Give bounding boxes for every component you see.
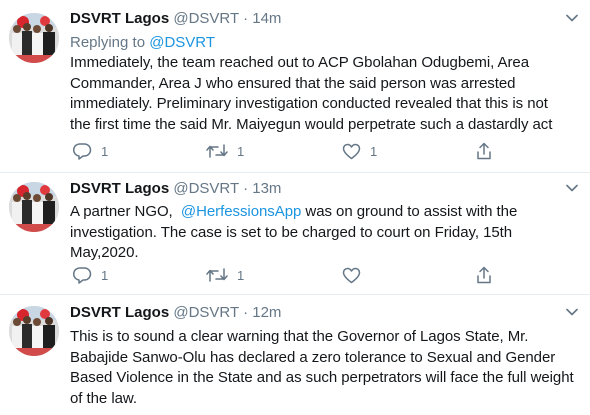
tweet-text-line: May,2020.	[70, 244, 139, 261]
reply-icon	[73, 143, 92, 160]
tweet-text-line: Babajide Sanwo-Olu has declared a zero t…	[70, 348, 556, 366]
like-count: 1	[370, 143, 378, 159]
reply-icon	[73, 267, 92, 284]
tweet-text-segment: A partner NGO,	[70, 203, 181, 220]
like-button[interactable]	[342, 265, 370, 285]
avatar-image	[9, 306, 59, 356]
tweet[interactable]: DSVRT Lagos @DSVRT · 14m Replying to @DS…	[0, 0, 590, 175]
retweet-icon	[206, 268, 228, 282]
avatar[interactable]	[9, 13, 59, 63]
tweet-text: A partner NGO, @HerfessionsApp was on gr…	[70, 202, 585, 264]
tweet-actions: 1 1	[70, 265, 590, 285]
display-name[interactable]: DSVRT Lagos	[70, 304, 169, 321]
replying-to-handle-link[interactable]: @DSVRT	[149, 34, 215, 51]
user-handle[interactable]: @DSVRT	[173, 10, 239, 27]
tweet-text: This is to sound a clear warning that th…	[70, 327, 585, 409]
user-handle[interactable]: @DSVRT	[173, 304, 239, 321]
retweet-button[interactable]: 1	[206, 265, 244, 285]
tweet-text-line: Commander, Area J who ensured that the s…	[70, 74, 516, 92]
replying-to: Replying to @DSVRT	[70, 33, 215, 52]
tweet[interactable]: DSVRT Lagos @DSVRT · 12m This is to soun…	[0, 295, 590, 415]
share-button[interactable]	[476, 141, 492, 161]
reply-button[interactable]: 1	[73, 265, 108, 285]
avatar[interactable]	[9, 306, 59, 356]
separator-dot: ·	[243, 180, 249, 197]
tweet-text-line: immediately. Preliminary investigation c…	[70, 95, 548, 112]
reply-count: 1	[101, 143, 109, 159]
timestamp[interactable]: 12m	[252, 304, 281, 321]
tweet-actions: 1 1 1	[70, 141, 590, 161]
timestamp[interactable]: 13m	[252, 180, 281, 197]
tweet-header: DSVRT Lagos @DSVRT · 12m	[70, 303, 281, 322]
tweet-text-segment: was on ground to assist with the	[301, 203, 518, 220]
tweet-text-line: A partner NGO, @HerfessionsApp was on gr…	[70, 202, 585, 223]
separator-dot: ·	[243, 304, 249, 321]
display-name[interactable]: DSVRT Lagos	[70, 180, 169, 197]
avatar-image	[9, 182, 59, 232]
tweet-text-line: Based Violence in the State and as such …	[70, 369, 574, 386]
tweet-header: DSVRT Lagos @DSVRT · 14m	[70, 9, 281, 28]
heart-icon	[342, 267, 361, 283]
tweet-text-line: the first time the said Mr. Maiyegun wou…	[70, 115, 553, 133]
tweet-text-line: of the law.	[70, 389, 137, 407]
avatar-image	[9, 13, 59, 63]
timestamp[interactable]: 14m	[252, 10, 281, 27]
retweet-count: 1	[237, 267, 245, 283]
share-icon	[477, 142, 491, 160]
user-handle[interactable]: @DSVRT	[173, 180, 239, 197]
display-name[interactable]: DSVRT Lagos	[70, 10, 169, 27]
tweet[interactable]: DSVRT Lagos @DSVRT · 13m A partner NGO, …	[0, 173, 590, 294]
tweet-text: Immediately, the team reached out to ACP…	[70, 53, 585, 135]
mention-link[interactable]: @HerfessionsApp	[181, 203, 301, 220]
replying-to-label: Replying to	[70, 34, 146, 51]
like-button[interactable]: 1	[342, 141, 377, 161]
tweet-header: DSVRT Lagos @DSVRT · 13m	[70, 179, 281, 198]
share-icon	[477, 266, 491, 284]
reply-count: 1	[101, 267, 109, 283]
avatar[interactable]	[9, 182, 59, 232]
retweet-count: 1	[237, 143, 245, 159]
tweet-text-line: Immediately, the team reached out to ACP…	[70, 54, 530, 71]
tweet-text-line: investigation. The case is set to be cha…	[70, 223, 513, 241]
tweet-text-line: This is to sound a clear warning that th…	[70, 328, 529, 345]
chevron-down-icon[interactable]	[566, 184, 578, 192]
retweet-icon	[206, 144, 228, 158]
separator-dot: ·	[243, 10, 249, 27]
share-button[interactable]	[476, 265, 492, 285]
chevron-down-icon[interactable]	[566, 308, 578, 316]
heart-icon	[342, 143, 361, 159]
chevron-down-icon[interactable]	[566, 14, 578, 22]
reply-button[interactable]: 1	[73, 141, 108, 161]
retweet-button[interactable]: 1	[206, 141, 244, 161]
